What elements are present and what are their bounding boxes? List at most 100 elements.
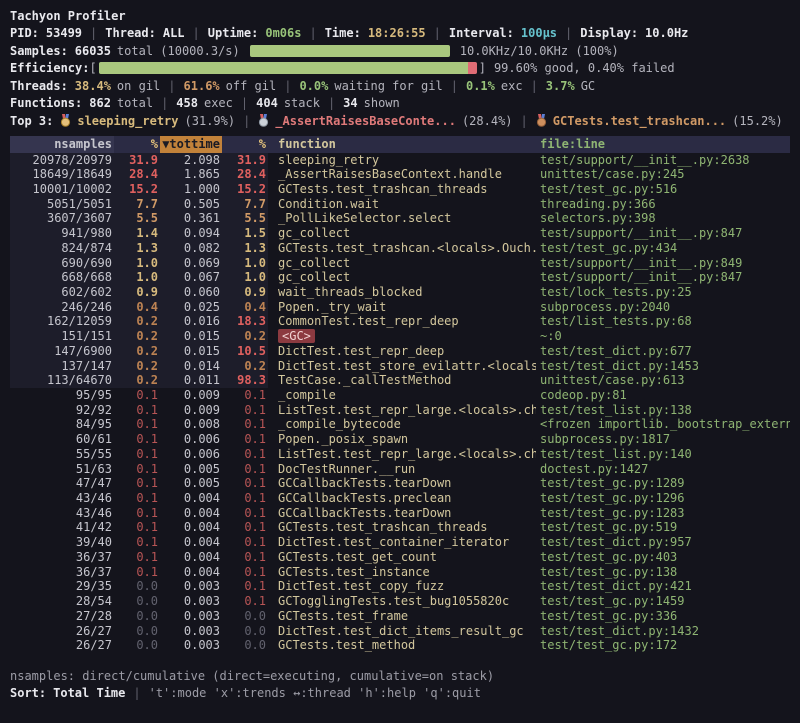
row-pct-direct: 0.0 bbox=[114, 579, 160, 594]
table-row[interactable]: 3607/3607 5.5 0.361 5.5 _PollLikeSelecto… bbox=[10, 211, 790, 226]
table-row[interactable]: 26/27 0.0 0.003 0.0 DictTest.test_dict_i… bbox=[10, 624, 790, 639]
table-row[interactable]: 60/61 0.1 0.006 0.1 Popen._posix_spawn s… bbox=[10, 432, 790, 447]
row-nsamples: 20978/20979 bbox=[10, 153, 114, 168]
row-pct-direct: 0.2 bbox=[114, 359, 160, 374]
interval-label: Interval: bbox=[449, 26, 514, 40]
table-row[interactable]: 92/92 0.1 0.009 0.1 ListTest.test_repr_l… bbox=[10, 403, 790, 418]
column-header-file-line[interactable]: file:line bbox=[536, 136, 790, 153]
table-row[interactable]: 28/54 0.0 0.003 0.1 GCTogglingTests.test… bbox=[10, 594, 790, 609]
row-pct-cumulative: 0.1 bbox=[222, 506, 268, 521]
column-header-pct-cumulative[interactable]: % bbox=[222, 136, 268, 153]
row-pct-cumulative: 0.1 bbox=[222, 403, 268, 418]
row-tottime: 0.006 bbox=[160, 432, 222, 447]
table-row[interactable]: 246/246 0.4 0.025 0.4 Popen._try_wait su… bbox=[10, 300, 790, 315]
separator: | bbox=[90, 26, 97, 40]
row-function: wait_threads_blocked bbox=[268, 285, 536, 300]
row-file-line: test/support/__init__.py:847 bbox=[536, 270, 790, 285]
row-nsamples: 36/37 bbox=[10, 550, 114, 565]
column-header-tottime-sorted[interactable]: ▼tottime bbox=[160, 136, 222, 153]
bronze-medal-icon bbox=[536, 114, 547, 127]
table-row[interactable]: 602/602 0.9 0.060 0.9 wait_threads_block… bbox=[10, 285, 790, 300]
table-row[interactable]: 36/37 0.1 0.004 0.1 GCTests.test_instanc… bbox=[10, 565, 790, 580]
row-pct-cumulative: 0.2 bbox=[222, 329, 268, 344]
samples-progress-bar bbox=[250, 45, 450, 57]
column-header-nsamples[interactable]: nsamples bbox=[10, 136, 114, 153]
table-row[interactable]: 39/40 0.1 0.004 0.1 DictTest.test_contai… bbox=[10, 535, 790, 550]
table-row[interactable]: 55/55 0.1 0.006 0.1 ListTest.test_repr_l… bbox=[10, 447, 790, 462]
row-file-line: test/test_gc.py:1283 bbox=[536, 506, 790, 521]
row-file-line: codeop.py:81 bbox=[536, 388, 790, 403]
threads-on-gil-label: on gil bbox=[117, 79, 160, 93]
display-value: 10.0Hz bbox=[645, 26, 688, 40]
row-tottime: 0.004 bbox=[160, 491, 222, 506]
row-pct-direct: 28.4 bbox=[114, 167, 160, 182]
row-tottime: 2.098 bbox=[160, 153, 222, 168]
table-row[interactable]: 5051/5051 7.7 0.505 7.7 Condition.wait t… bbox=[10, 197, 790, 212]
table-row[interactable]: 43/46 0.1 0.004 0.1 GCCallbackTests.tear… bbox=[10, 506, 790, 521]
table-row[interactable]: 95/95 0.1 0.009 0.1 _compile codeop.py:8… bbox=[10, 388, 790, 403]
table-row[interactable]: 10001/10002 15.2 1.000 15.2 GCTests.test… bbox=[10, 182, 790, 197]
column-header-pct-direct[interactable]: % bbox=[114, 136, 160, 153]
top3-second-name[interactable]: _AssertRaisesBaseConte... bbox=[275, 114, 456, 128]
table-row[interactable]: 27/28 0.0 0.003 0.0 GCTests.test_frame t… bbox=[10, 609, 790, 624]
table-row[interactable]: 668/668 1.0 0.067 1.0 gc_collect test/su… bbox=[10, 270, 790, 285]
row-file-line: unittest/case.py:613 bbox=[536, 373, 790, 388]
row-tottime: 0.014 bbox=[160, 359, 222, 374]
samples-line: Samples: 66035 total (10000.3/s) 10.0KHz… bbox=[10, 42, 790, 60]
separator: | bbox=[565, 26, 572, 40]
table-row[interactable]: 690/690 1.0 0.069 1.0 gc_collect test/su… bbox=[10, 256, 790, 271]
column-header-function[interactable]: function bbox=[268, 136, 536, 153]
row-pct-cumulative: 5.5 bbox=[222, 211, 268, 226]
row-pct-direct: 0.9 bbox=[114, 285, 160, 300]
row-file-line: test/test_gc.py:1459 bbox=[536, 594, 790, 609]
row-nsamples: 92/92 bbox=[10, 403, 114, 418]
row-nsamples: 36/37 bbox=[10, 565, 114, 580]
time-label: Time: bbox=[325, 26, 361, 40]
row-pct-cumulative: 1.3 bbox=[222, 241, 268, 256]
table-row[interactable]: 51/63 0.1 0.005 0.1 DocTestRunner.__run … bbox=[10, 462, 790, 477]
row-pct-cumulative: 0.4 bbox=[222, 300, 268, 315]
top3-first-name[interactable]: sleeping_retry bbox=[77, 114, 178, 128]
row-tottime: 0.067 bbox=[160, 270, 222, 285]
row-file-line: test/support/__init__.py:847 bbox=[536, 226, 790, 241]
table-row[interactable]: 162/12059 0.2 0.016 18.3 CommonTest.test… bbox=[10, 314, 790, 329]
table-row[interactable]: 824/874 1.3 0.082 1.3 GCTests.test_trash… bbox=[10, 241, 790, 256]
threads-gc-value: 3.7% bbox=[546, 79, 575, 93]
table-row[interactable]: 29/35 0.0 0.003 0.1 DictTest.test_copy_f… bbox=[10, 579, 790, 594]
row-function: GCTests.test_trashcan.<locals>.Ouch.... bbox=[268, 241, 536, 256]
table-row[interactable]: 941/980 1.4 0.094 1.5 gc_collect test/su… bbox=[10, 226, 790, 241]
row-pct-cumulative: 0.9 bbox=[222, 285, 268, 300]
efficiency-line: Efficiency: [ ] 99.60% good, 0.40% faile… bbox=[10, 60, 790, 78]
row-function: gc_collect bbox=[268, 256, 536, 271]
row-tottime: 0.009 bbox=[160, 388, 222, 403]
row-tottime: 1.000 bbox=[160, 182, 222, 197]
table-row[interactable]: 137/147 0.2 0.014 0.2 DictTest.test_stor… bbox=[10, 359, 790, 374]
samples-label: Samples: bbox=[10, 44, 68, 58]
row-tottime: 0.016 bbox=[160, 314, 222, 329]
row-function: GCTests.test_frame bbox=[268, 609, 536, 624]
table-row[interactable]: 84/95 0.1 0.008 0.1 _compile_bytecode <f… bbox=[10, 417, 790, 432]
row-pct-cumulative: 0.1 bbox=[222, 491, 268, 506]
table-row[interactable]: 47/47 0.1 0.005 0.1 GCCallbackTests.tear… bbox=[10, 476, 790, 491]
row-tottime: 0.003 bbox=[160, 638, 222, 653]
row-nsamples: 27/28 bbox=[10, 609, 114, 624]
row-file-line: test/test_dict.py:1453 bbox=[536, 359, 790, 374]
table-row[interactable]: 151/151 0.2 0.015 0.2 <GC> ~:0 bbox=[10, 329, 790, 344]
thread-value[interactable]: ALL bbox=[163, 26, 185, 40]
top3-third-name[interactable]: GCTests.test_trashcan... bbox=[553, 114, 726, 128]
table-row[interactable]: 41/42 0.1 0.004 0.1 GCTests.test_trashca… bbox=[10, 520, 790, 535]
table-row[interactable]: 20978/20979 31.9 2.098 31.9 sleeping_ret… bbox=[10, 153, 790, 168]
display-label: Display: bbox=[580, 26, 638, 40]
threads-waiting-value: 0.0% bbox=[299, 79, 328, 93]
row-pct-cumulative: 0.1 bbox=[222, 565, 268, 580]
table-row[interactable]: 43/46 0.1 0.004 0.1 GCCallbackTests.prec… bbox=[10, 491, 790, 506]
table-row[interactable]: 147/6900 0.2 0.015 10.5 DictTest.test_re… bbox=[10, 344, 790, 359]
table-row[interactable]: 36/37 0.1 0.004 0.1 GCTests.test_get_cou… bbox=[10, 550, 790, 565]
row-pct-direct: 31.9 bbox=[114, 153, 160, 168]
row-pct-cumulative: 15.2 bbox=[222, 182, 268, 197]
table-row[interactable]: 113/64670 0.2 0.011 98.3 TestCase._callT… bbox=[10, 373, 790, 388]
row-pct-direct: 1.0 bbox=[114, 256, 160, 271]
table-row[interactable]: 26/27 0.0 0.003 0.0 GCTests.test_method … bbox=[10, 638, 790, 653]
row-tottime: 0.008 bbox=[160, 417, 222, 432]
table-row[interactable]: 18649/18649 28.4 1.865 28.4 _AssertRaise… bbox=[10, 167, 790, 182]
